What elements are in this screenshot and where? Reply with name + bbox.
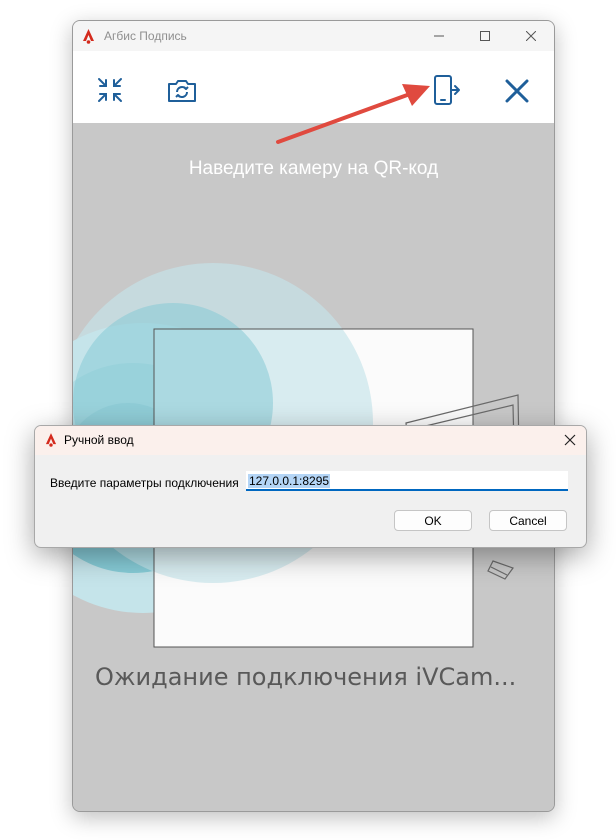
- collapse-arrows-icon[interactable]: [97, 77, 123, 103]
- dialog-close-button[interactable]: [554, 426, 586, 455]
- window-close-button[interactable]: [508, 21, 554, 51]
- maximize-icon: [480, 31, 490, 41]
- dialog-title: Ручной ввод: [64, 433, 134, 447]
- close-x-icon[interactable]: [505, 79, 529, 103]
- connection-params-label: Введите параметры подключения: [50, 476, 239, 490]
- minimize-button[interactable]: [416, 21, 462, 51]
- cancel-button[interactable]: Cancel: [489, 510, 567, 531]
- qr-instruction-text: Наведите камеру на QR-код: [188, 158, 439, 179]
- app-logo-icon: [83, 29, 94, 44]
- maximize-button[interactable]: [462, 21, 508, 51]
- connection-status-text: Ожидание подключения iVCam...: [95, 663, 517, 691]
- minimize-icon: [434, 35, 444, 37]
- app-logo-icon: [45, 433, 57, 447]
- close-icon: [526, 31, 536, 41]
- annotation-arrow-icon: [276, 84, 430, 144]
- close-icon: [564, 434, 576, 446]
- switch-camera-icon[interactable]: [167, 79, 197, 103]
- manual-input-dialog: Ручной ввод Введите параметры подключени…: [34, 425, 587, 548]
- ok-button[interactable]: OK: [394, 510, 472, 531]
- connection-params-value: 127.0.0.1:8295: [248, 474, 331, 488]
- main-titlebar[interactable]: Агбис Подпись: [73, 21, 554, 51]
- window-title: Агбис Подпись: [104, 29, 187, 43]
- dialog-titlebar[interactable]: Ручной ввод: [35, 426, 586, 455]
